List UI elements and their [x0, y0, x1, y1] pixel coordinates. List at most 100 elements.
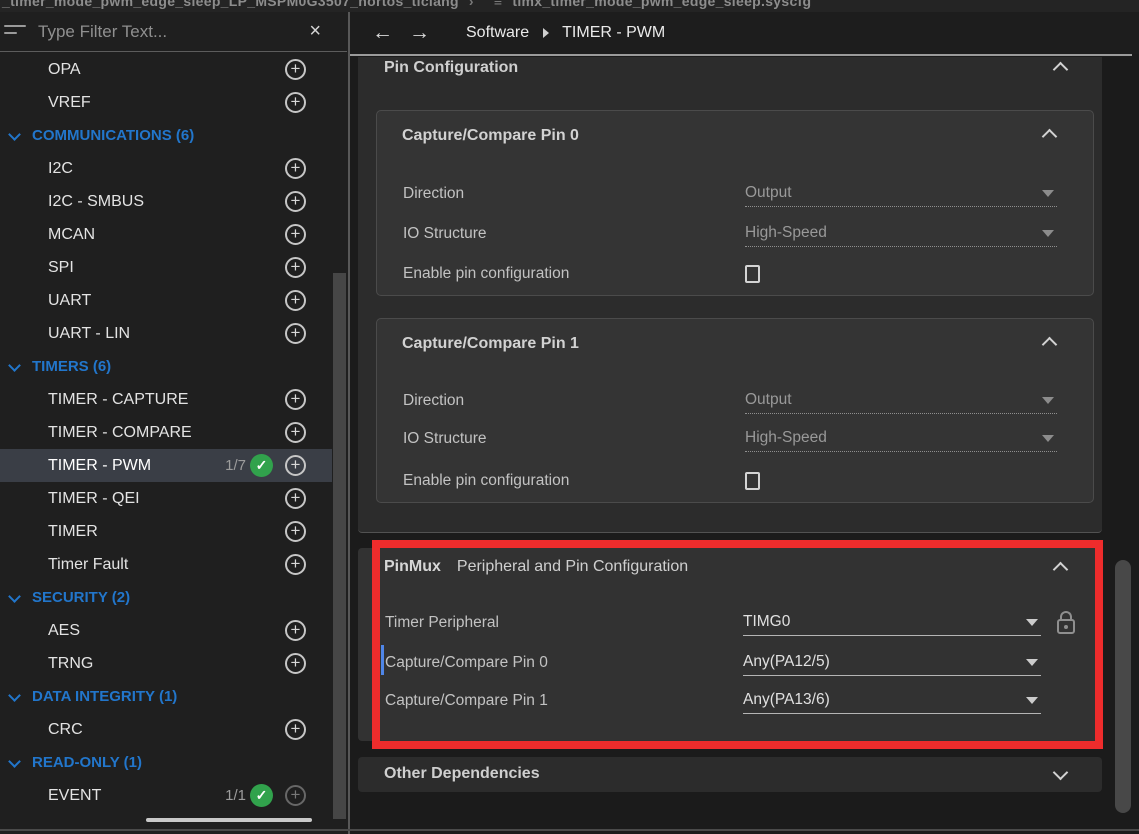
sidebar-item-timer-fault[interactable]: Timer Fault+ — [0, 548, 332, 581]
item-label: OPA — [48, 53, 81, 86]
field-label: Capture/Compare Pin 1 — [385, 692, 743, 710]
window-bottom-edge — [0, 829, 1139, 831]
direction-select[interactable]: Output — [745, 181, 1057, 207]
add-instance-button[interactable]: + — [285, 59, 306, 80]
sidebar-item-event[interactable]: EVENT1/1✓+ — [0, 779, 332, 812]
sidebar-item-timer-compare[interactable]: TIMER - COMPARE+ — [0, 416, 332, 449]
back-button[interactable]: ← — [372, 23, 393, 43]
item-label: TIMER - PWM — [48, 449, 151, 482]
sidebar-item-uart[interactable]: UART+ — [0, 284, 332, 317]
collapse-section-icon[interactable] — [1053, 62, 1069, 78]
field-label: Direction — [403, 185, 745, 203]
main-vertical-scrollbar[interactable] — [1115, 560, 1131, 813]
field-label: Timer Peripheral — [385, 614, 743, 632]
collapse-card-icon[interactable] — [1042, 337, 1058, 353]
pinmux-header: PinMuxPeripheral and Pin Configuration — [384, 558, 688, 576]
filter-input[interactable] — [38, 17, 293, 47]
add-instance-button[interactable]: + — [285, 620, 306, 641]
lock-icon[interactable] — [1055, 610, 1077, 636]
sidebar-item-timer-pwm[interactable]: TIMER - PWM1/7✓+ — [0, 449, 332, 482]
add-instance-button[interactable]: + — [285, 422, 306, 443]
pinmux-title: Peripheral and Pin Configuration — [457, 558, 688, 575]
enable-pin-config-checkbox[interactable] — [745, 265, 760, 283]
config-main-panel: ← → Software TIMER - PWM Pin Configurati… — [350, 12, 1139, 834]
filter-icon — [4, 25, 28, 39]
add-instance-button[interactable]: + — [285, 554, 306, 575]
item-label: EVENT — [48, 779, 101, 812]
dropdown-arrow-icon — [1026, 619, 1038, 626]
expand-section-icon[interactable] — [1053, 765, 1069, 781]
add-instance-button[interactable]: + — [285, 521, 306, 542]
sidebar-item-opa[interactable]: OPA + — [0, 53, 332, 86]
timer-peripheral-select[interactable]: TIMG0 — [743, 610, 1041, 636]
add-instance-button[interactable]: + — [285, 257, 306, 278]
sidebar-horizontal-scrollbar[interactable] — [146, 818, 312, 822]
enable-pin-config-checkbox[interactable] — [745, 472, 760, 490]
add-instance-button[interactable]: + — [285, 455, 306, 476]
cc-pin0-select[interactable]: Any(PA12/5) — [743, 650, 1041, 676]
add-instance-button[interactable]: + — [285, 323, 306, 344]
add-instance-button[interactable]: + — [285, 92, 306, 113]
dropdown-arrow-icon — [1026, 697, 1038, 704]
section-title: Other Dependencies — [384, 765, 540, 783]
add-instance-button[interactable]: + — [285, 290, 306, 311]
item-label: UART - LIN — [48, 317, 130, 350]
chevron-down-icon — [8, 128, 21, 141]
sidebar-group-communications[interactable]: COMMUNICATIONS (6) — [0, 119, 332, 152]
group-label: COMMUNICATIONS (6) — [32, 119, 194, 152]
cc-pin1-select[interactable]: Any(PA13/6) — [743, 688, 1041, 714]
configured-check-icon: ✓ — [250, 784, 273, 807]
add-instance-button[interactable]: + — [285, 158, 306, 179]
sidebar-item-spi[interactable]: SPI+ — [0, 251, 332, 284]
chevron-down-icon — [8, 590, 21, 603]
sidebar-item-uart-lin[interactable]: UART - LIN + — [0, 317, 332, 350]
clear-filter-icon[interactable]: × — [309, 19, 321, 43]
capture-compare-pin0-card: Capture/Compare Pin 0 Direction Output I… — [376, 110, 1094, 296]
sidebar-item-timer-qei[interactable]: TIMER - QEI+ — [0, 482, 332, 515]
sidebar-item-trng[interactable]: TRNG+ — [0, 647, 332, 680]
sidebar-item-aes[interactable]: AES+ — [0, 614, 332, 647]
add-instance-button[interactable]: + — [285, 653, 306, 674]
modified-indicator — [381, 645, 384, 675]
field-label: Enable pin configuration — [403, 265, 745, 283]
add-instance-button-disabled: + — [285, 785, 306, 806]
editor-tab-text: _timer_mode_pwm_edge_sleep_LP_MSPM0G3507… — [2, 0, 811, 9]
sidebar-item-vref[interactable]: VREF+ — [0, 86, 332, 119]
sidebar-group-read-only[interactable]: READ-ONLY (1) — [0, 746, 332, 779]
chevron-down-icon — [8, 689, 21, 702]
sidebar-group-data-integrity[interactable]: DATA INTEGRITY (1) — [0, 680, 332, 713]
file-menu-icon: ≡ — [494, 0, 502, 9]
sidebar-group-security[interactable]: SECURITY (2) — [0, 581, 332, 614]
add-instance-button[interactable]: + — [285, 191, 306, 212]
section-title: Pin Configuration — [384, 59, 518, 77]
sidebar-item-crc[interactable]: CRC + — [0, 713, 332, 746]
io-structure-select[interactable]: High-Speed — [745, 221, 1057, 247]
sidebar-item-timer-capture[interactable]: TIMER - CAPTURE+ — [0, 383, 332, 416]
enable-pin-config-row: Enable pin configuration — [403, 467, 760, 495]
dropdown-arrow-icon — [1042, 230, 1054, 237]
dropdown-arrow-icon — [1026, 659, 1038, 666]
breadcrumb-software[interactable]: Software — [466, 24, 529, 42]
sidebar-item-i2c[interactable]: I2C+ — [0, 152, 332, 185]
dropdown-arrow-icon — [1042, 190, 1054, 197]
collapse-section-icon[interactable] — [1053, 562, 1069, 578]
sidebar-vertical-scrollbar[interactable] — [333, 273, 346, 819]
peripheral-list: OPA + VREF+ COMMUNICATIONS (6) I2C+ I2C -… — [0, 53, 332, 812]
select-value: High-Speed — [745, 429, 827, 446]
select-value: Any(PA13/6) — [743, 691, 830, 708]
item-label: CRC — [48, 713, 83, 746]
sidebar-item-i2c-smbus[interactable]: I2C - SMBUS+ — [0, 185, 332, 218]
breadcrumb-timer-pwm[interactable]: TIMER - PWM — [562, 24, 665, 42]
add-instance-button[interactable]: + — [285, 488, 306, 509]
add-instance-button[interactable]: + — [285, 224, 306, 245]
pinmux-section: PinMuxPeripheral and Pin Configuration T… — [358, 548, 1102, 741]
collapse-card-icon[interactable] — [1042, 129, 1058, 145]
io-structure-select[interactable]: High-Speed — [745, 426, 1057, 452]
add-instance-button[interactable]: + — [285, 719, 306, 740]
sidebar-group-timers[interactable]: TIMERS (6) — [0, 350, 332, 383]
sidebar-item-timer[interactable]: TIMER+ — [0, 515, 332, 548]
add-instance-button[interactable]: + — [285, 389, 306, 410]
direction-select[interactable]: Output — [745, 388, 1057, 414]
sidebar-item-mcan[interactable]: MCAN+ — [0, 218, 332, 251]
forward-button[interactable]: → — [409, 23, 430, 43]
